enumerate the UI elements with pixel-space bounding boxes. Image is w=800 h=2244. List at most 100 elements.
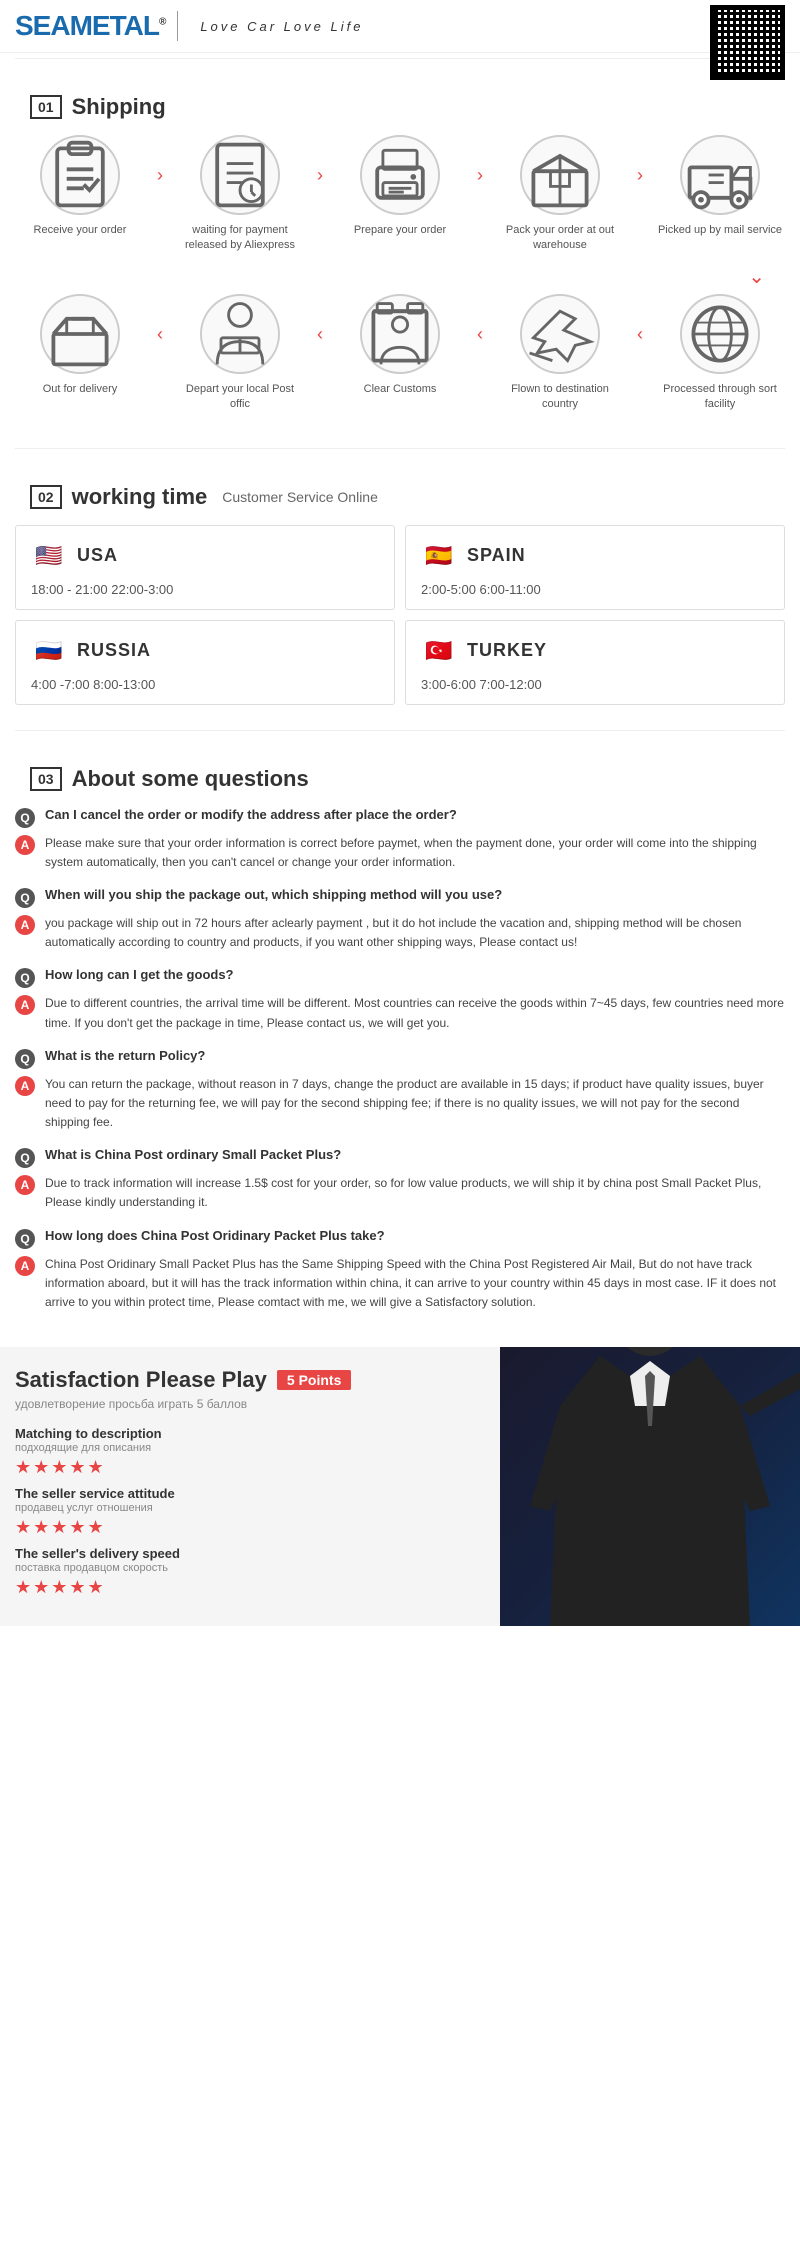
flag-spain: 🇪🇸 <box>421 538 457 574</box>
globe-icon <box>682 296 758 372</box>
step-circle-5 <box>680 135 760 215</box>
step-out-delivery: Out for delivery <box>15 294 145 397</box>
document-icon <box>202 137 278 213</box>
faq-title: About some questions <box>72 766 309 792</box>
step-circle-3 <box>360 135 440 215</box>
faq-item-3: Q How long can I get the goods? A Due to… <box>15 967 785 1032</box>
printer-icon <box>362 137 438 213</box>
country-hours-usa: 18:00 - 21:00 22:00-3:00 <box>31 582 379 597</box>
flag-russia: 🇷🇺 <box>31 633 67 669</box>
faq-q-6: Q How long does China Post Oridinary Pac… <box>15 1228 785 1249</box>
faq-header: 03 About some questions <box>30 766 770 792</box>
satisfaction-right <box>500 1347 800 1626</box>
country-name-usa: USA <box>77 545 118 566</box>
working-time-subtitle: Customer Service Online <box>222 489 378 505</box>
step-circle-1 <box>40 135 120 215</box>
shipping-header: 01 Shipping <box>30 94 770 120</box>
country-card-russia: 🇷🇺 RUSSIA 4:00 -7:00 8:00-13:00 <box>15 620 395 705</box>
customs-icon <box>362 296 438 372</box>
step-label-9: Flown to destination country <box>495 382 625 413</box>
step-pack-order: Pack your order at out warehouse <box>495 135 625 254</box>
step-label-5: Picked up by mail service <box>658 223 782 238</box>
faq-number: 03 <box>30 767 62 791</box>
faq-a-badge-3: A <box>15 995 35 1015</box>
step-label-4: Pack your order at out warehouse <box>495 223 625 254</box>
step-label-8: Clear Customs <box>364 382 437 397</box>
qr-code <box>710 5 785 80</box>
faq-a-3: A Due to different countries, the arriva… <box>15 994 785 1032</box>
logo-tagline: Love Car Love Life <box>200 19 363 34</box>
faq-a-badge-5: A <box>15 1175 35 1195</box>
step-circle-7 <box>200 294 280 374</box>
satisfaction-section: Satisfaction Please Play 5 Points удовле… <box>0 1347 800 1626</box>
country-hours-spain: 2:00-5:00 6:00-11:00 <box>421 582 769 597</box>
faq-a-5: A Due to track information will increase… <box>15 1174 785 1212</box>
box-open-icon <box>42 296 118 372</box>
faq-q-text-1: Can I cancel the order or modify the add… <box>45 807 457 822</box>
faq-q-badge-2: Q <box>15 888 35 908</box>
country-hours-russia: 4:00 -7:00 8:00-13:00 <box>31 677 379 692</box>
arrow-4: › <box>637 165 643 186</box>
step-circle-8 <box>360 294 440 374</box>
country-name-turkey: TURKEY <box>467 640 547 661</box>
shipping-section: 01 Shipping Receive your order › <box>0 64 800 443</box>
country-grid: 🇺🇸 USA 18:00 - 21:00 22:00-3:00 🇪🇸 SPAIN… <box>15 525 785 705</box>
header-divider <box>15 58 785 59</box>
postman-icon <box>202 296 278 372</box>
faq-item-1: Q Can I cancel the order or modify the a… <box>15 807 785 872</box>
faq-q-1: Q Can I cancel the order or modify the a… <box>15 807 785 828</box>
faq-item-4: Q What is the return Policy? A You can r… <box>15 1048 785 1133</box>
country-hours-turkey: 3:00-6:00 7:00-12:00 <box>421 677 769 692</box>
faq-q-5: Q What is China Post ordinary Small Pack… <box>15 1147 785 1168</box>
faq-q-badge-6: Q <box>15 1229 35 1249</box>
faq-a-1: A Please make sure that your order infor… <box>15 834 785 872</box>
faq-item-2: Q When will you ship the package out, wh… <box>15 887 785 952</box>
faq-q-badge-4: Q <box>15 1049 35 1069</box>
faq-a-4: A You can return the package, without re… <box>15 1075 785 1133</box>
step-circle-6 <box>40 294 120 374</box>
logo: SEAMETAL® <box>15 10 165 42</box>
person-silhouette <box>500 1347 800 1626</box>
faq-q-badge-5: Q <box>15 1148 35 1168</box>
step-label-10: Processed through sort facility <box>655 382 785 413</box>
faq-a-text-1: Please make sure that your order informa… <box>45 834 785 872</box>
country-card-spain: 🇪🇸 SPAIN 2:00-5:00 6:00-11:00 <box>405 525 785 610</box>
faq-a-2: A you package will ship out in 72 hours … <box>15 914 785 952</box>
country-header-russia: 🇷🇺 RUSSIA <box>31 633 379 669</box>
step-picked-up: Picked up by mail service <box>655 135 785 238</box>
arrow-6: ‹ <box>317 324 323 345</box>
country-header-turkey: 🇹🇷 TURKEY <box>421 633 769 669</box>
truck-icon <box>682 137 758 213</box>
qr-inner <box>715 10 780 75</box>
step-circle-9 <box>520 294 600 374</box>
country-header-spain: 🇪🇸 SPAIN <box>421 538 769 574</box>
country-name-spain: SPAIN <box>467 545 526 566</box>
step-clear-customs: Clear Customs <box>335 294 465 397</box>
step-circle-10 <box>680 294 760 374</box>
steps-row-1: Receive your order › waiting for payment… <box>15 135 785 254</box>
logo-sea: SEA <box>15 10 70 41</box>
arrow-1: › <box>157 165 163 186</box>
faq-a-text-6: China Post Oridinary Small Packet Plus h… <box>45 1255 785 1313</box>
steps-row-2: Out for delivery ‹ Depart your local Pos… <box>15 294 785 413</box>
faq-a-6: A China Post Oridinary Small Packet Plus… <box>15 1255 785 1313</box>
arrow-5: ‹ <box>157 324 163 345</box>
step-waiting-payment: waiting for payment released by Aliexpre… <box>175 135 305 254</box>
faq-q-4: Q What is the return Policy? <box>15 1048 785 1069</box>
step-label-2: waiting for payment released by Aliexpre… <box>175 223 305 254</box>
faq-item-5: Q What is China Post ordinary Small Pack… <box>15 1147 785 1212</box>
faq-q-text-5: What is China Post ordinary Small Packet… <box>45 1147 341 1162</box>
arrow-2: › <box>317 165 323 186</box>
faq-section: 03 About some questions Q Can I cancel t… <box>0 736 800 1348</box>
faq-a-text-5: Due to track information will increase 1… <box>45 1174 785 1212</box>
country-header-usa: 🇺🇸 USA <box>31 538 379 574</box>
step-prepare-order: Prepare your order <box>335 135 465 238</box>
box-icon <box>522 137 598 213</box>
country-card-turkey: 🇹🇷 TURKEY 3:00-6:00 7:00-12:00 <box>405 620 785 705</box>
arrow-7: ‹ <box>477 324 483 345</box>
step-label-3: Prepare your order <box>354 223 446 238</box>
step-label-7: Depart your local Post offic <box>175 382 305 413</box>
working-time-title: working time <box>72 484 208 510</box>
step-processed-sort: Processed through sort facility <box>655 294 785 413</box>
shipping-divider <box>15 448 785 449</box>
